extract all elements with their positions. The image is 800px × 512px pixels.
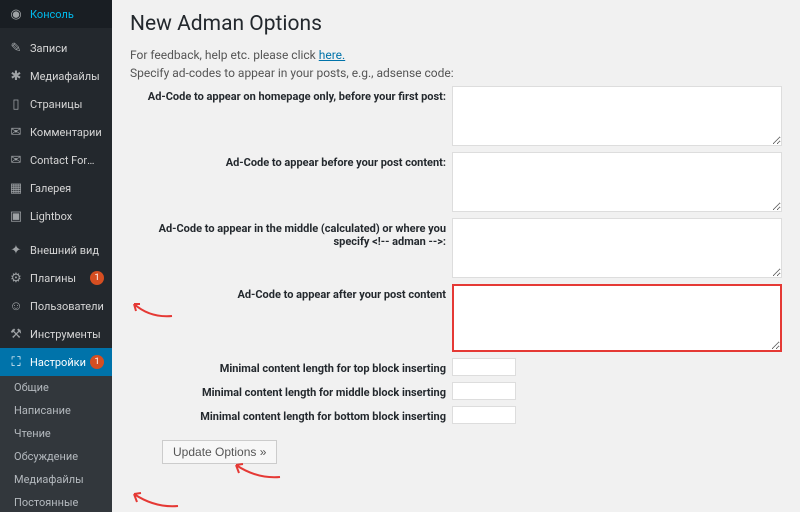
feedback-link[interactable]: here. bbox=[319, 48, 345, 62]
label-before: Ad-Code to appear before your post conte… bbox=[130, 152, 452, 169]
menu-label: Медиафайлы bbox=[30, 70, 104, 83]
menu-icon: ☺ bbox=[8, 298, 24, 314]
menu-label: Записи bbox=[30, 42, 104, 55]
input-min-top[interactable] bbox=[452, 358, 516, 376]
submenu-item-3[interactable]: Обсуждение bbox=[0, 445, 112, 468]
page-title: New Adman Options bbox=[130, 12, 782, 36]
menu-label: Внешний вид bbox=[30, 244, 104, 257]
menu-label: Инструменты bbox=[30, 328, 104, 341]
textarea-after[interactable] bbox=[452, 284, 782, 352]
textarea-home[interactable] bbox=[452, 86, 782, 146]
sidebar-item-0[interactable]: ◉ Консоль bbox=[0, 0, 112, 28]
sidebar-item-7[interactable]: ▣ Lightbox bbox=[0, 202, 112, 230]
menu-label: Пользователи bbox=[30, 300, 104, 313]
label-home: Ad-Code to appear on homepage only, befo… bbox=[130, 86, 452, 103]
menu-icon: ⛶ bbox=[8, 354, 24, 370]
update-badge: 1 bbox=[90, 355, 104, 369]
submenu-item-1[interactable]: Написание bbox=[0, 399, 112, 422]
menu-icon: ⚒ bbox=[8, 326, 24, 342]
label-min-top: Minimal content length for top block ins… bbox=[130, 358, 452, 375]
menu-label: Настройки bbox=[30, 356, 86, 369]
menu-icon: ✦ bbox=[8, 242, 24, 258]
menu-label: Консоль bbox=[30, 8, 104, 21]
submenu-item-0[interactable]: Общие bbox=[0, 376, 112, 399]
sidebar-item-11[interactable]: ⚒ Инструменты bbox=[0, 320, 112, 348]
label-min-mid: Minimal content length for middle block … bbox=[130, 382, 452, 399]
menu-icon: ▦ bbox=[8, 180, 24, 196]
menu-icon: ✉ bbox=[8, 124, 24, 140]
input-min-bot[interactable] bbox=[452, 406, 516, 424]
update-options-button[interactable]: Update Options » bbox=[162, 440, 277, 464]
update-badge: 1 bbox=[90, 271, 104, 285]
menu-icon: ▣ bbox=[8, 208, 24, 224]
submenu-item-4[interactable]: Медиафайлы bbox=[0, 468, 112, 491]
admin-sidebar: ◉ Консоль ✎ Записи ✱ Медиафайлы ▯ Страницы ✉ Комм… bbox=[0, 0, 112, 512]
menu-icon: ▯ bbox=[8, 96, 24, 112]
menu-icon: ◉ bbox=[8, 6, 24, 22]
menu-label: Комментарии bbox=[30, 126, 104, 139]
menu-label: Lightbox bbox=[30, 210, 104, 223]
arrow-icon bbox=[130, 490, 180, 510]
settings-submenu: ОбщиеНаписаниеЧтениеОбсуждениеМедиафайлы… bbox=[0, 376, 112, 512]
sidebar-item-9[interactable]: ⚙ Плагины 1 bbox=[0, 264, 112, 292]
submenu-item-5[interactable]: Постоянные ссылки bbox=[0, 491, 112, 512]
feedback-line: For feedback, help etc. please click her… bbox=[130, 48, 782, 62]
submenu-item-2[interactable]: Чтение bbox=[0, 422, 112, 445]
menu-icon: ✱ bbox=[8, 68, 24, 84]
input-min-mid[interactable] bbox=[452, 382, 516, 400]
textarea-before[interactable] bbox=[452, 152, 782, 212]
menu-label: Плагины bbox=[30, 272, 86, 285]
main-content: New Adman Options For feedback, help etc… bbox=[112, 0, 800, 512]
textarea-middle[interactable] bbox=[452, 218, 782, 278]
label-after: Ad-Code to appear after your post conten… bbox=[130, 284, 452, 301]
sidebar-item-10[interactable]: ☺ Пользователи bbox=[0, 292, 112, 320]
sidebar-item-8[interactable]: ✦ Внешний вид bbox=[0, 236, 112, 264]
menu-label: Галерея bbox=[30, 182, 104, 195]
label-min-bot: Minimal content length for bottom block … bbox=[130, 406, 452, 423]
sidebar-item-12[interactable]: ⛶ Настройки 1 bbox=[0, 348, 112, 376]
specify-line: Specify ad-codes to appear in your posts… bbox=[130, 66, 782, 80]
menu-icon: ✎ bbox=[8, 40, 24, 56]
sidebar-item-3[interactable]: ▯ Страницы bbox=[0, 90, 112, 118]
label-middle: Ad-Code to appear in the middle (calcula… bbox=[130, 218, 452, 248]
sidebar-item-1[interactable]: ✎ Записи bbox=[0, 34, 112, 62]
menu-icon: ⚙ bbox=[8, 270, 24, 286]
sidebar-item-6[interactable]: ▦ Галерея bbox=[0, 174, 112, 202]
menu-icon: ✉ bbox=[8, 152, 24, 168]
menu-label: Contact Form 7 bbox=[30, 154, 104, 167]
menu-label: Страницы bbox=[30, 98, 104, 111]
sidebar-item-2[interactable]: ✱ Медиафайлы bbox=[0, 62, 112, 90]
sidebar-item-4[interactable]: ✉ Комментарии bbox=[0, 118, 112, 146]
sidebar-item-5[interactable]: ✉ Contact Form 7 bbox=[0, 146, 112, 174]
